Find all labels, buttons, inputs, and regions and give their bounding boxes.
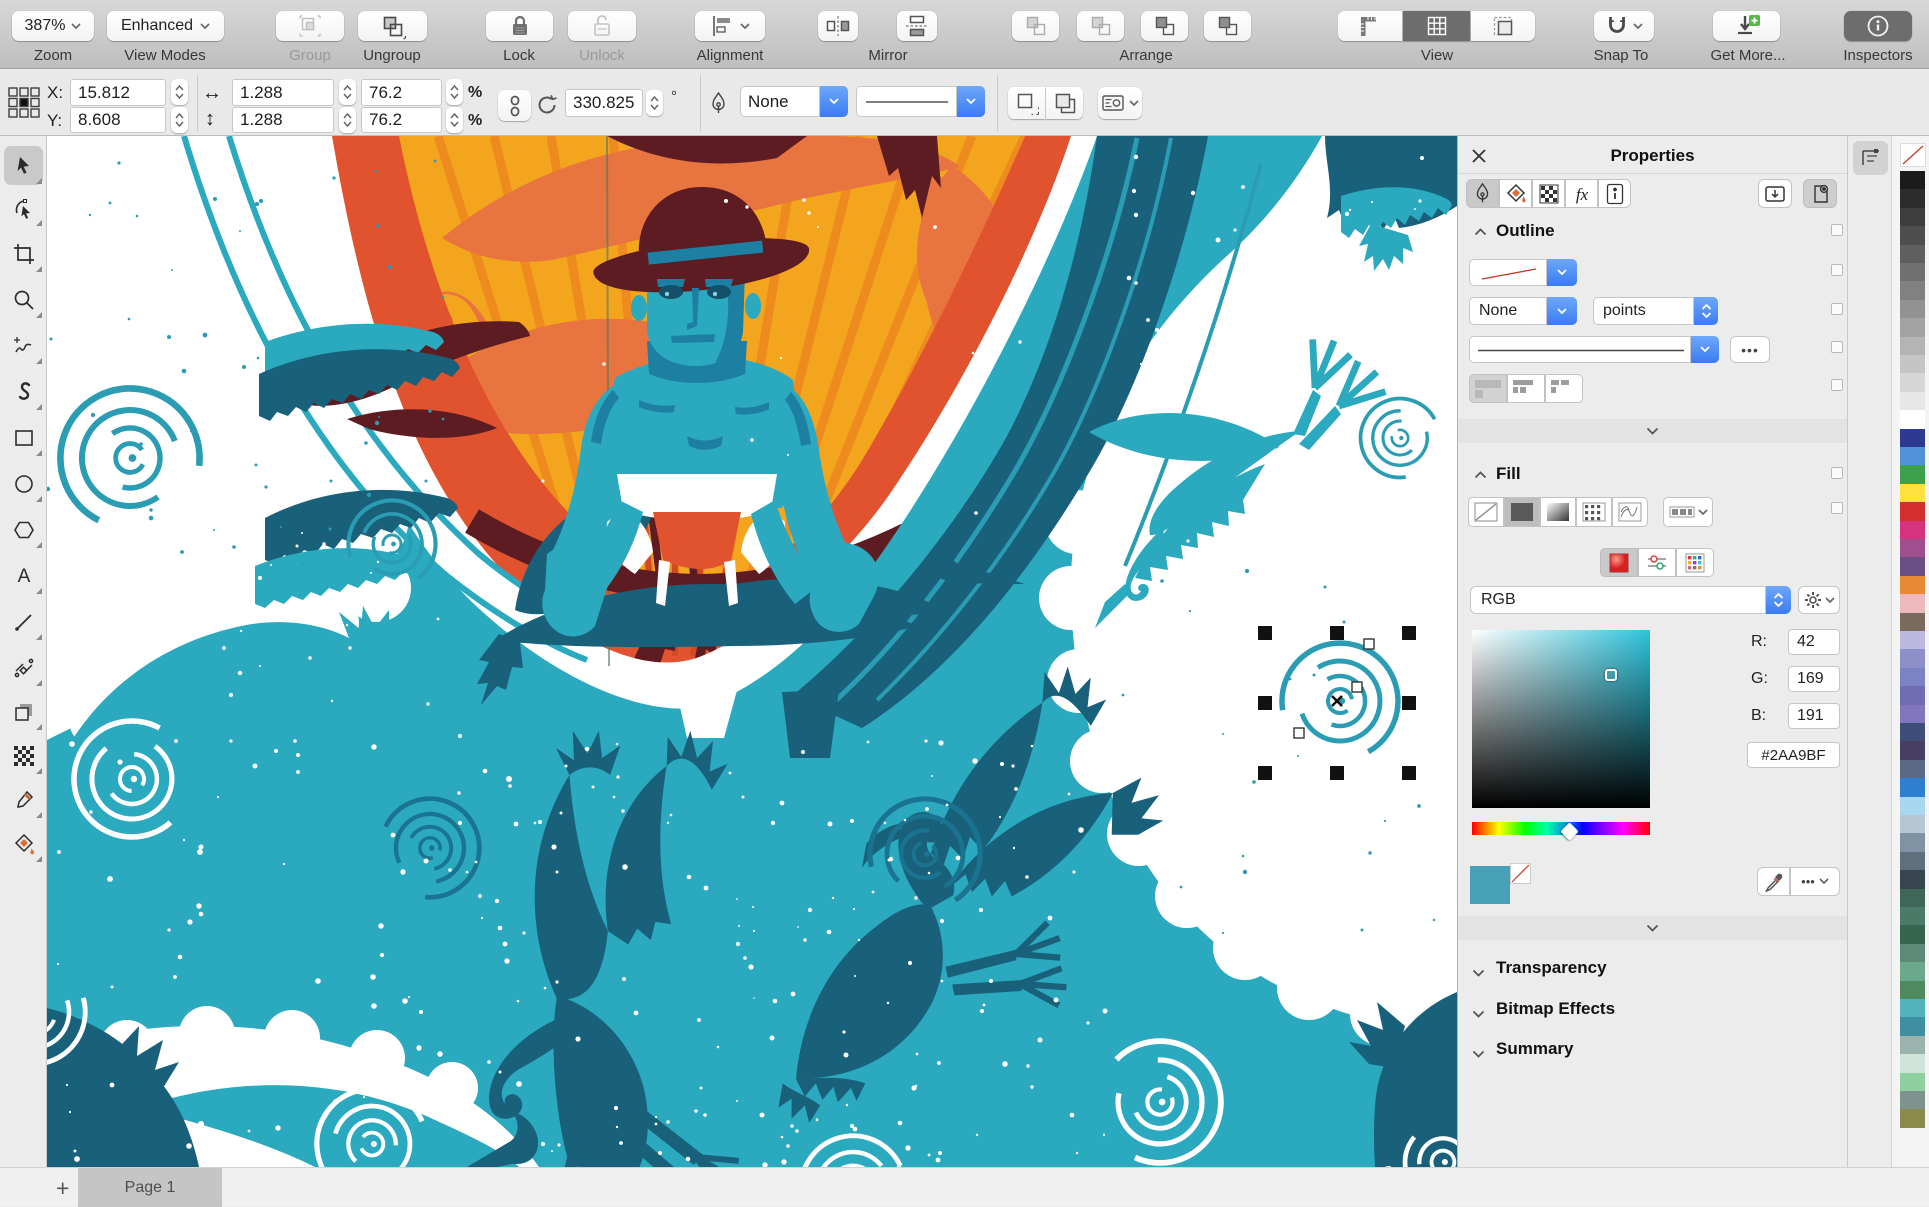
svg-text:A: A bbox=[17, 566, 30, 587]
svg-text:fx: fx bbox=[1575, 185, 1588, 204]
